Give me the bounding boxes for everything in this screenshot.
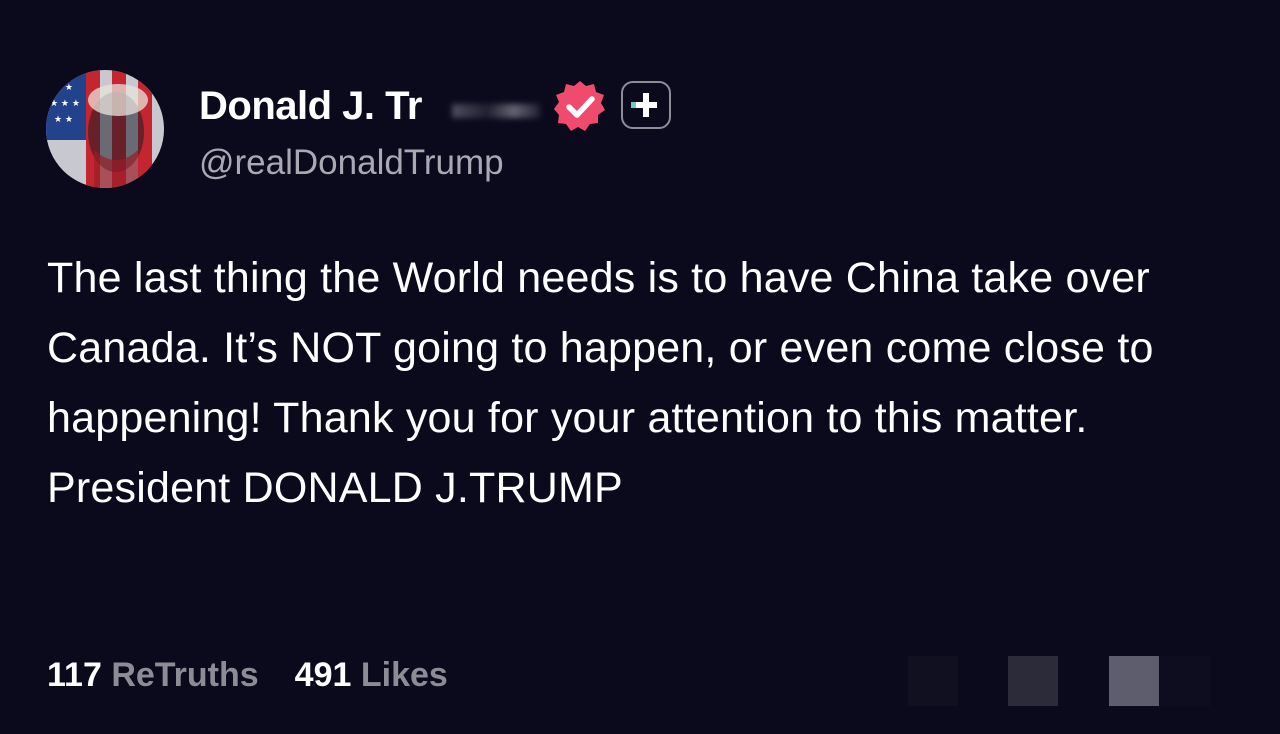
likes-count: 491 [294, 656, 352, 694]
svg-text:★ ★: ★ ★ [54, 115, 73, 125]
svg-text:★ ★ ★: ★ ★ ★ [50, 99, 80, 109]
post-card: ★ ★ ★ ★ ★ ★ ★ Donald J. Tr @realDonaldTr… [0, 0, 1280, 734]
likes-stat[interactable]: 491 Likes [295, 656, 448, 694]
action-placeholder-3[interactable] [1109, 656, 1159, 706]
display-name[interactable]: Donald J. Tr [199, 84, 422, 129]
action-placeholder-2[interactable] [1008, 656, 1058, 706]
retruths-stat[interactable]: 117 ReTruths [47, 656, 259, 694]
post-body: The last thing the World needs is to hav… [47, 254, 1154, 512]
retruths-label: ReTruths [111, 656, 259, 694]
plus-button[interactable] [621, 81, 671, 129]
verified-badge-icon [554, 81, 605, 131]
user-handle[interactable]: @realDonaldTrump [199, 143, 504, 183]
action-placeholder-1[interactable] [908, 656, 958, 706]
name-redaction-smudge [452, 104, 540, 118]
avatar[interactable]: ★ ★ ★ ★ ★ ★ ★ [46, 70, 164, 188]
plus-icon [631, 93, 657, 117]
retruths-count: 117 [47, 656, 102, 694]
post-stats: 117 ReTruths 491 Likes [47, 656, 448, 695]
flag-portrait-avatar-icon: ★ ★ ★ ★ ★ ★ ★ [46, 70, 164, 188]
likes-label: Likes [360, 656, 448, 694]
action-placeholder-4[interactable] [1160, 656, 1210, 706]
svg-text:★ ★: ★ ★ [54, 83, 73, 93]
